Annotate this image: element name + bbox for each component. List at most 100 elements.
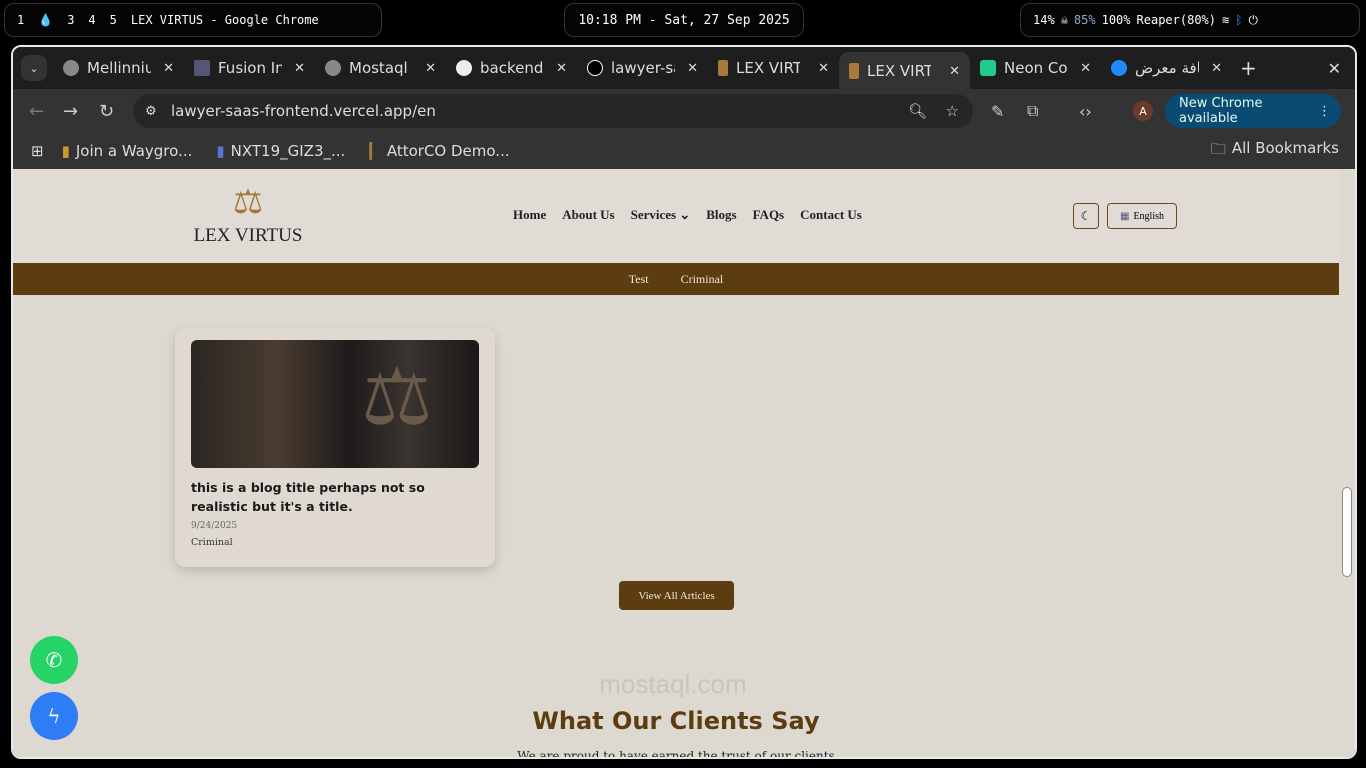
url-text[interactable]: lawyer-saas-frontend.vercel.app/en: [171, 102, 436, 120]
window-title: LEX VIRTUS - Google Chrome: [130, 13, 319, 27]
dark-mode-toggle[interactable]: ☾: [1073, 203, 1099, 229]
desktop-topbar: 1 💧 3 4 5 LEX VIRTUS - Google Chrome 10:…: [0, 0, 1366, 42]
nav-services[interactable]: Services ⌄: [631, 207, 691, 223]
tab-search-icon[interactable]: ⌄: [21, 55, 47, 81]
power-profile: Reaper(80%): [1136, 13, 1216, 27]
folder-icon: 🗀: [1210, 139, 1226, 158]
all-bookmarks[interactable]: 🗀 All Bookmarks: [1211, 139, 1339, 164]
whatsapp-button[interactable]: ✆: [30, 636, 78, 684]
testimonials-subtitle: We are proud to have earned the trust of…: [517, 749, 835, 759]
view-all-articles-button[interactable]: View All Articles: [619, 581, 734, 610]
address-bar[interactable]: ⚙ lawyer-saas-frontend.vercel.app/en 🔍︎ …: [133, 94, 973, 128]
nav-about[interactable]: About Us: [562, 207, 614, 223]
workspace-2-icon[interactable]: 💧: [38, 13, 53, 27]
messenger-icon: ϟ: [47, 704, 61, 728]
site-header: ⚖ LEX VIRTUS Home About Us Services ⌄ Bl…: [13, 169, 1339, 263]
category-bar: Test Criminal: [13, 263, 1339, 295]
bookmark-item[interactable]: ▮ NXT19_GIZ3_...: [216, 142, 345, 160]
new-tab-icon[interactable]: +: [1240, 56, 1257, 80]
category-test[interactable]: Test: [629, 272, 649, 287]
reload-icon[interactable]: ↻: [99, 101, 114, 122]
blog-image: ⚖: [191, 340, 479, 468]
extensions-icon[interactable]: ⧉: [1027, 101, 1038, 121]
blog-card[interactable]: ⚖ this is a blog title perhaps not so re…: [175, 328, 495, 567]
update-chrome-button[interactable]: New Chrome available ⋮: [1165, 94, 1341, 128]
blog-title[interactable]: this is a blog title perhaps not so real…: [191, 478, 481, 516]
fusion-icon: [194, 60, 210, 76]
apps-icon[interactable]: ⊞: [31, 142, 44, 160]
workspace-1[interactable]: 1: [17, 13, 24, 27]
tab[interactable]: backend ✕: [446, 52, 577, 84]
attorco-icon: ▎: [369, 142, 381, 160]
battery-level: 100%: [1101, 13, 1131, 27]
testimonials-title: What Our Clients Say: [532, 707, 820, 735]
main-nav: Home About Us Services ⌄ Blogs FAQs Cont…: [513, 207, 862, 223]
clock: 10:18 PM - Sat, 27 Sep 2025: [564, 3, 804, 37]
bookmark-star-icon[interactable]: ☆: [946, 102, 959, 120]
teams-icon: ▮: [216, 142, 225, 160]
tab[interactable]: Mellinnium✕: [53, 52, 184, 84]
close-tab-icon[interactable]: ✕: [425, 61, 436, 76]
messenger-button[interactable]: ϟ: [30, 692, 78, 740]
forward-icon[interactable]: →: [63, 101, 78, 122]
tab[interactable]: LEX VIRTUS✕: [708, 52, 839, 84]
close-tab-icon[interactable]: ✕: [949, 64, 960, 79]
eyedropper-icon[interactable]: ✎: [991, 102, 1004, 121]
tab[interactable]: lawyer-saas✕: [577, 52, 708, 84]
whatsapp-icon: ✆: [45, 648, 63, 672]
globe-icon: [63, 60, 79, 76]
status-panel: 14% ☠ 85% 100% Reaper(80%) ≋ ᛒ ⏻: [1020, 3, 1360, 37]
close-tab-icon[interactable]: ✕: [1080, 61, 1091, 76]
nav-blogs[interactable]: Blogs: [706, 207, 736, 223]
tab[interactable]: Fusion Integration✕: [184, 52, 315, 84]
lady-justice-icon: ⚖: [361, 350, 433, 443]
language-select[interactable]: ▦ English: [1107, 203, 1177, 229]
tab[interactable]: Mostaql ✕: [315, 52, 446, 84]
workspace-5[interactable]: 5: [110, 13, 117, 27]
bluetooth-icon[interactable]: ᛒ: [1235, 13, 1242, 27]
tab[interactable]: Neon Console✕: [970, 52, 1101, 84]
chevron-down-icon: ⌄: [679, 207, 691, 222]
nav-contact[interactable]: Contact Us: [800, 207, 862, 223]
tab-active[interactable]: LEX VIRTUS✕: [839, 52, 970, 90]
lex-virtus-favicon: [718, 60, 728, 76]
category-criminal[interactable]: Criminal: [681, 272, 724, 287]
menu-icon[interactable]: ⋮: [1318, 104, 1331, 119]
web-page: ⚖ LEX VIRTUS Home About Us Services ⌄ Bl…: [13, 169, 1339, 759]
tab[interactable]: إضافة معرض✕: [1101, 52, 1232, 84]
site-info-icon[interactable]: ⚙: [145, 104, 157, 119]
mostaql-icon: [1111, 60, 1127, 76]
back-icon[interactable]: ←: [29, 101, 44, 122]
watermark: mostaql.com: [599, 669, 747, 699]
skull-icon: ☠: [1060, 13, 1068, 27]
power-icon[interactable]: ⏻: [1248, 13, 1258, 28]
nav-home[interactable]: Home: [513, 207, 546, 223]
workspace-4[interactable]: 4: [88, 13, 95, 27]
cpu-usage: 14%: [1033, 13, 1055, 27]
workspace-3[interactable]: 3: [67, 13, 74, 27]
backend-icon: [456, 60, 472, 76]
memory-usage: 85%: [1073, 13, 1096, 27]
close-tab-icon[interactable]: ✕: [556, 61, 567, 76]
close-window-icon[interactable]: ✕: [1328, 59, 1341, 78]
wifi-icon[interactable]: ≋: [1222, 13, 1229, 27]
close-tab-icon[interactable]: ✕: [818, 61, 829, 76]
nav-faqs[interactable]: FAQs: [753, 207, 785, 223]
close-tab-icon[interactable]: ✕: [294, 61, 305, 76]
zoom-icon[interactable]: 🔍︎: [908, 102, 927, 120]
openai-icon: [325, 60, 341, 76]
bookmark-item[interactable]: ▎ AttorCO Demo...: [369, 142, 509, 160]
blog-date: 9/24/2025: [191, 521, 238, 531]
chrome-window: ⌄ Mellinnium✕ Fusion Integration✕ Mostaq…: [11, 45, 1357, 759]
site-logo[interactable]: ⚖ LEX VIRTUS: [183, 179, 313, 247]
close-tab-icon[interactable]: ✕: [1211, 61, 1222, 76]
devtools-icon[interactable]: ‹›: [1079, 102, 1092, 121]
scrollbar-thumb[interactable]: [1342, 487, 1352, 577]
tab-strip: ⌄ Mellinnium✕ Fusion Integration✕ Mostaq…: [13, 47, 1355, 90]
scrollbar-track[interactable]: [1339, 169, 1355, 757]
bookmark-item[interactable]: ▮ Join a Waygro...: [62, 142, 193, 160]
uk-flag-icon: ▦: [1119, 210, 1130, 222]
close-tab-icon[interactable]: ✕: [163, 61, 174, 76]
close-tab-icon[interactable]: ✕: [687, 61, 698, 76]
profile-avatar[interactable]: A: [1133, 101, 1153, 121]
